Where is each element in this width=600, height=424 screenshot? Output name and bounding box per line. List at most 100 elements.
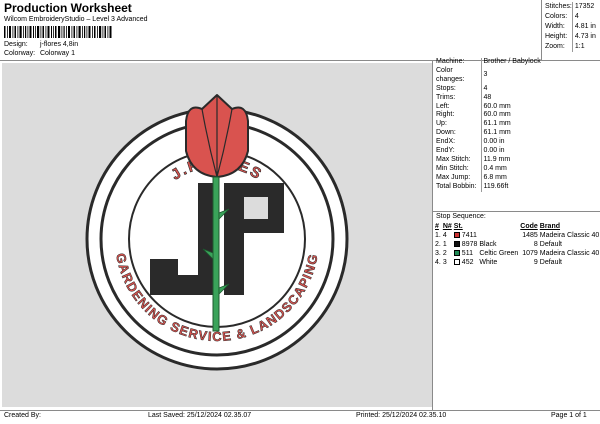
stop-stitches: 452 [453, 258, 479, 267]
machine-label: EndX: [434, 138, 482, 148]
stitch-count: 7411 [461, 232, 477, 239]
stop-divider [432, 211, 600, 212]
software-name: Wilcom EmbroideryStudio – Level 3 Advanc… [4, 16, 148, 23]
machine-label: Trims: [434, 93, 482, 103]
col-stitches: St. [453, 223, 463, 230]
stop-needle: 1 [442, 241, 447, 248]
summary-row: Zoom: 1:1 [543, 42, 599, 52]
design-info: Design: j-flores 4,8in [4, 41, 78, 48]
machine-label: Max Jump: [434, 173, 482, 183]
col-brand: Brand [539, 223, 561, 230]
machine-label: Right: [434, 111, 482, 121]
stop-code: 1079 [522, 250, 538, 257]
machine-row: Right: 60.0 mm [434, 111, 600, 121]
summary-row: Height: 4.73 in [543, 32, 599, 42]
summary-value: 4.73 in [574, 33, 596, 40]
printed-date: Printed: 25/12/2024 02.35.10 [356, 412, 447, 419]
colorway-name: Colorway 1 [39, 50, 75, 57]
design-label: Design: [4, 41, 28, 48]
summary-label: Stitches: [543, 2, 573, 12]
stop-row: 3. 2 511 Celtic Green 1079 Madeira Class… [434, 249, 600, 258]
stop-production: Celtic Green [479, 250, 519, 257]
stop-production [478, 231, 519, 240]
machine-value: Brother / Babylock [483, 58, 541, 65]
machine-row: Min Stitch: 0.4 mm [434, 164, 600, 174]
summary-value: 1:1 [574, 43, 585, 50]
color-swatch [453, 241, 460, 248]
machine-value: 60.0 mm [483, 111, 511, 119]
machine-value: 3 [483, 71, 488, 79]
stop-brand: Madeira Classic 40 [539, 250, 600, 257]
machine-label: Up: [434, 120, 482, 130]
stop-brand: Default [539, 259, 562, 266]
machine-value: 0.00 in [483, 147, 505, 155]
stitch-count: 8978 [461, 241, 478, 248]
col-needle: N# [442, 223, 452, 230]
color-swatch [453, 250, 460, 257]
stitch-count: 511 [461, 250, 473, 257]
machine-row: Color changes: 3 [434, 66, 600, 85]
stop-code: 9 [533, 259, 538, 266]
machine-row: Max Stitch: 11.9 mm [434, 155, 600, 165]
machine-label: Min Stitch: [434, 164, 482, 174]
worksheet-title: Production Worksheet [4, 1, 132, 15]
machine-row: Machine: Brother / Babylock [434, 58, 600, 67]
stop-brand: Default [539, 241, 562, 248]
stop-needle: 3 [442, 259, 447, 266]
machine-row: Total Bobbin: 119.66ft [434, 182, 600, 192]
summary-label: Colors: [543, 12, 573, 22]
machine-value: 11.9 mm [483, 155, 511, 163]
machine-value: 119.66ft [483, 182, 509, 190]
machine-value: 61.1 mm [483, 129, 511, 137]
design-summary: Stitches: 17352 Colors: 4 Width: 4.81 in He… [543, 2, 599, 52]
summary-label: Zoom: [543, 42, 573, 52]
summary-divider [541, 0, 542, 60]
machine-row: Up: 61.1 mm [434, 120, 600, 130]
last-saved: Last Saved: 25/12/2024 02.35.07 [148, 412, 252, 419]
stop-number: 2. [435, 241, 441, 248]
stop-row: 4. 3 452 White 9 Default [434, 258, 600, 267]
footer-divider [0, 410, 600, 411]
stop-number: 4. [435, 259, 441, 266]
stop-stitches: 511 [453, 249, 479, 258]
stop-code: 1485 [522, 232, 538, 239]
stop-needle: 4 [442, 232, 447, 239]
stop-sequence-table: # N# St. Code Brand 1. 4 7411 1485 Madei… [434, 222, 600, 267]
machine-value: 48 [483, 93, 492, 101]
stop-number: 3. [435, 250, 441, 257]
summary-row: Colors: 4 [543, 12, 599, 22]
machine-label: EndY: [434, 147, 482, 156]
stop-production: Black [479, 241, 497, 248]
machine-row: EndX: 0.00 in [434, 138, 600, 148]
machine-label: Machine: [434, 58, 482, 67]
machine-label: Max Stitch: [434, 155, 482, 165]
machine-info: Machine: Brother / Babylock Color changes… [434, 58, 600, 192]
machine-row: Left: 60.0 mm [434, 102, 600, 112]
machine-label: Stops: [434, 84, 482, 94]
color-swatch [453, 232, 460, 239]
machine-label: Color changes: [434, 66, 482, 85]
stop-header-row: # N# St. Code Brand [434, 222, 600, 231]
colorway-info: Colorway: Colorway 1 [4, 50, 75, 57]
barcode [4, 26, 112, 38]
panel-divider [432, 60, 433, 410]
stop-stitches: 7411 [453, 231, 479, 240]
design-preview: J.FLORES GARDENING SERVICE & LANDSCAPING [2, 63, 432, 407]
machine-row: Stops: 4 [434, 84, 600, 94]
machine-value: 4 [483, 84, 488, 92]
stop-row: 1. 4 7411 1485 Madeira Classic 40 [434, 231, 600, 240]
machine-value: 6.8 mm [483, 173, 507, 181]
stop-number: 1. [435, 232, 441, 239]
machine-row: Trims: 48 [434, 93, 600, 103]
stop-code: 8 [533, 241, 538, 248]
machine-value: 61.1 mm [483, 120, 511, 128]
summary-row: Width: 4.81 in [543, 22, 599, 32]
col-code: Code [520, 223, 538, 230]
col-number: # [435, 223, 439, 230]
summary-value: 17352 [574, 3, 595, 10]
machine-label: Down: [434, 129, 482, 139]
machine-row: EndY: 0.00 in [434, 147, 600, 156]
summary-row: Stitches: 17352 [543, 2, 599, 12]
machine-label: Left: [434, 102, 482, 112]
stop-row: 2. 1 8978 Black 8 Default [434, 240, 600, 249]
